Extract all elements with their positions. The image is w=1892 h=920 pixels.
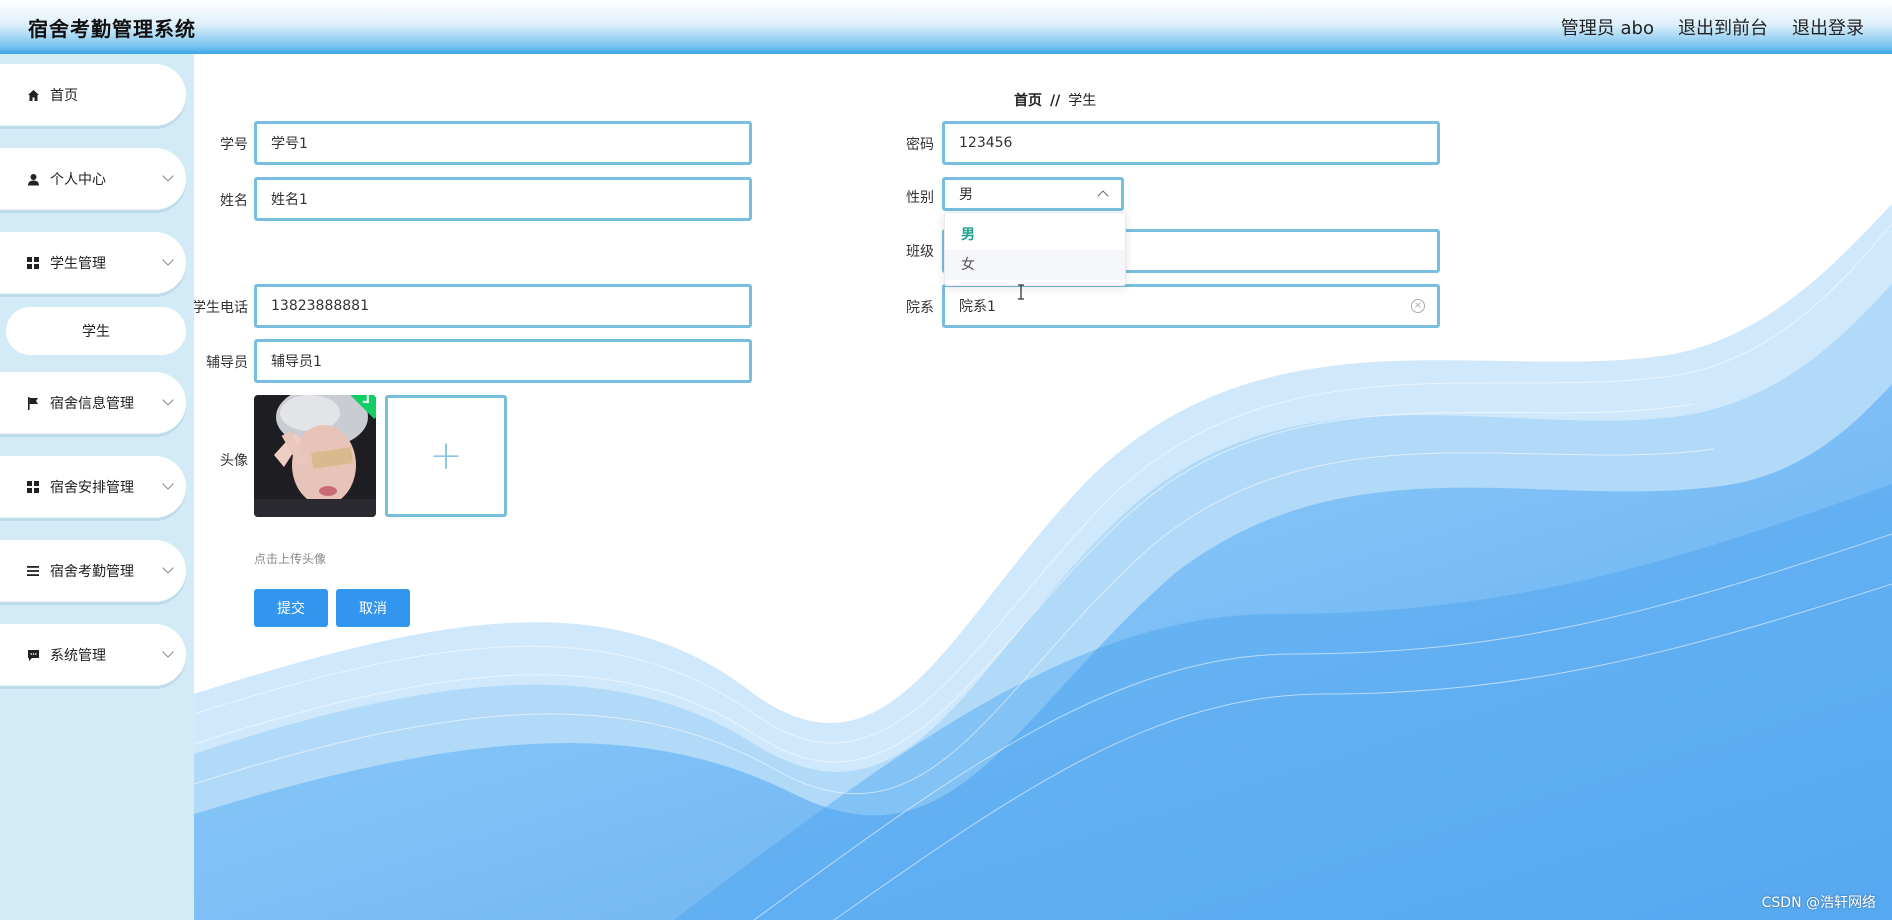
sidebar-item-label: 宿舍安排管理: [50, 480, 134, 496]
chevron-down-icon: [162, 254, 174, 266]
sidebar-item-label: 首页: [50, 88, 78, 104]
counselor-input[interactable]: [254, 339, 752, 383]
clear-icon[interactable]: ×: [1411, 299, 1425, 313]
app-title: 宿舍考勤管理系统: [28, 16, 196, 41]
breadcrumb-home[interactable]: 首页: [1014, 93, 1042, 109]
sidebar-item-student-management[interactable]: 学生管理: [0, 232, 186, 294]
sidebar: 首页 个人中心 学生管理 学生 宿舍信息管理 宿舍安排管理 宿舍考勤管理 系统管…: [0, 54, 194, 920]
counselor-label: 辅导员: [206, 355, 248, 371]
chevron-down-icon: [162, 478, 174, 490]
grid-icon: [26, 256, 40, 270]
sidebar-item-label: 宿舍信息管理: [50, 396, 134, 412]
gender-option-female[interactable]: 女: [945, 250, 1125, 280]
chevron-down-icon: [162, 394, 174, 406]
phone-input[interactable]: [254, 284, 752, 328]
gender-select-value: 男: [959, 187, 973, 203]
back-to-front-link[interactable]: 退出到前台: [1678, 14, 1768, 40]
cancel-button[interactable]: 取消: [336, 589, 410, 627]
header-actions: 管理员 abo 退出到前台 退出登录: [1561, 14, 1864, 40]
admin-label: 管理员 abo: [1560, 18, 1654, 39]
sidebar-subitem-student[interactable]: 学生: [6, 307, 186, 355]
list-icon: [26, 564, 40, 578]
sidebar-item-dorm-arrangement[interactable]: 宿舍安排管理: [0, 456, 186, 518]
logout-link[interactable]: 退出登录: [1792, 14, 1864, 40]
chat-icon: [26, 648, 40, 662]
sidebar-item-label: 学生管理: [50, 256, 106, 272]
sidebar-item-profile[interactable]: 个人中心: [0, 148, 186, 210]
main-content: 首页//学生 学号 姓名 学生电话 辅导员 头像 + 点击上传头像 提交 取消 …: [194, 54, 1892, 920]
sidebar-item-dorm-attendance[interactable]: 宿舍考勤管理: [0, 540, 186, 602]
chevron-down-icon: [162, 170, 174, 182]
sidebar-item-home[interactable]: 首页: [0, 64, 186, 126]
sidebar-item-label: 宿舍考勤管理: [50, 564, 134, 580]
chevron-down-icon: [162, 562, 174, 574]
top-header: 宿舍考勤管理系统 管理员 abo 退出到前台 退出登录: [0, 0, 1892, 54]
sidebar-item-dorm-info[interactable]: 宿舍信息管理: [0, 372, 186, 434]
sidebar-item-label: 个人中心: [50, 172, 106, 188]
gender-label: 性别: [906, 190, 934, 206]
text-cursor-icon: [1018, 284, 1024, 300]
name-label: 姓名: [220, 193, 248, 209]
breadcrumb: 首页 // 学生: [1014, 90, 1096, 110]
gender-dropdown: 男 女: [944, 212, 1126, 286]
grid-icon: [26, 480, 40, 494]
user-icon: [26, 172, 40, 186]
plus-icon: +: [429, 433, 463, 479]
breadcrumb-separator: //: [1050, 93, 1061, 109]
watermark: CSDN @浩轩网络: [1761, 895, 1876, 911]
chevron-down-icon: [162, 646, 174, 658]
password-label: 密码: [906, 137, 934, 153]
breadcrumb-current: 学生: [1068, 93, 1097, 109]
password-input[interactable]: [942, 121, 1440, 165]
avatar-label: 头像: [220, 453, 248, 469]
class-label: 班级: [906, 244, 934, 260]
avatar-upload-hint: 点击上传头像: [254, 552, 327, 566]
student-id-input[interactable]: [254, 121, 752, 165]
department-select-value: 院系1: [959, 299, 996, 315]
submit-button[interactable]: 提交: [254, 589, 328, 627]
avatar-thumbnail[interactable]: [254, 395, 376, 517]
gender-select[interactable]: 男: [942, 177, 1124, 211]
flag-icon: [26, 396, 40, 410]
sidebar-item-label: 系统管理: [50, 648, 106, 664]
chevron-up-icon: [1097, 190, 1109, 202]
avatar-upload-button[interactable]: +: [385, 395, 507, 517]
student-id-label: 学号: [220, 137, 248, 153]
phone-label: 学生电话: [194, 300, 248, 316]
name-input[interactable]: [254, 177, 752, 221]
department-label: 院系: [906, 300, 934, 316]
sidebar-item-system[interactable]: 系统管理: [0, 624, 186, 686]
gender-option-male[interactable]: 男: [945, 220, 1125, 250]
avatar-photo: [254, 395, 376, 517]
home-icon: [26, 88, 40, 102]
